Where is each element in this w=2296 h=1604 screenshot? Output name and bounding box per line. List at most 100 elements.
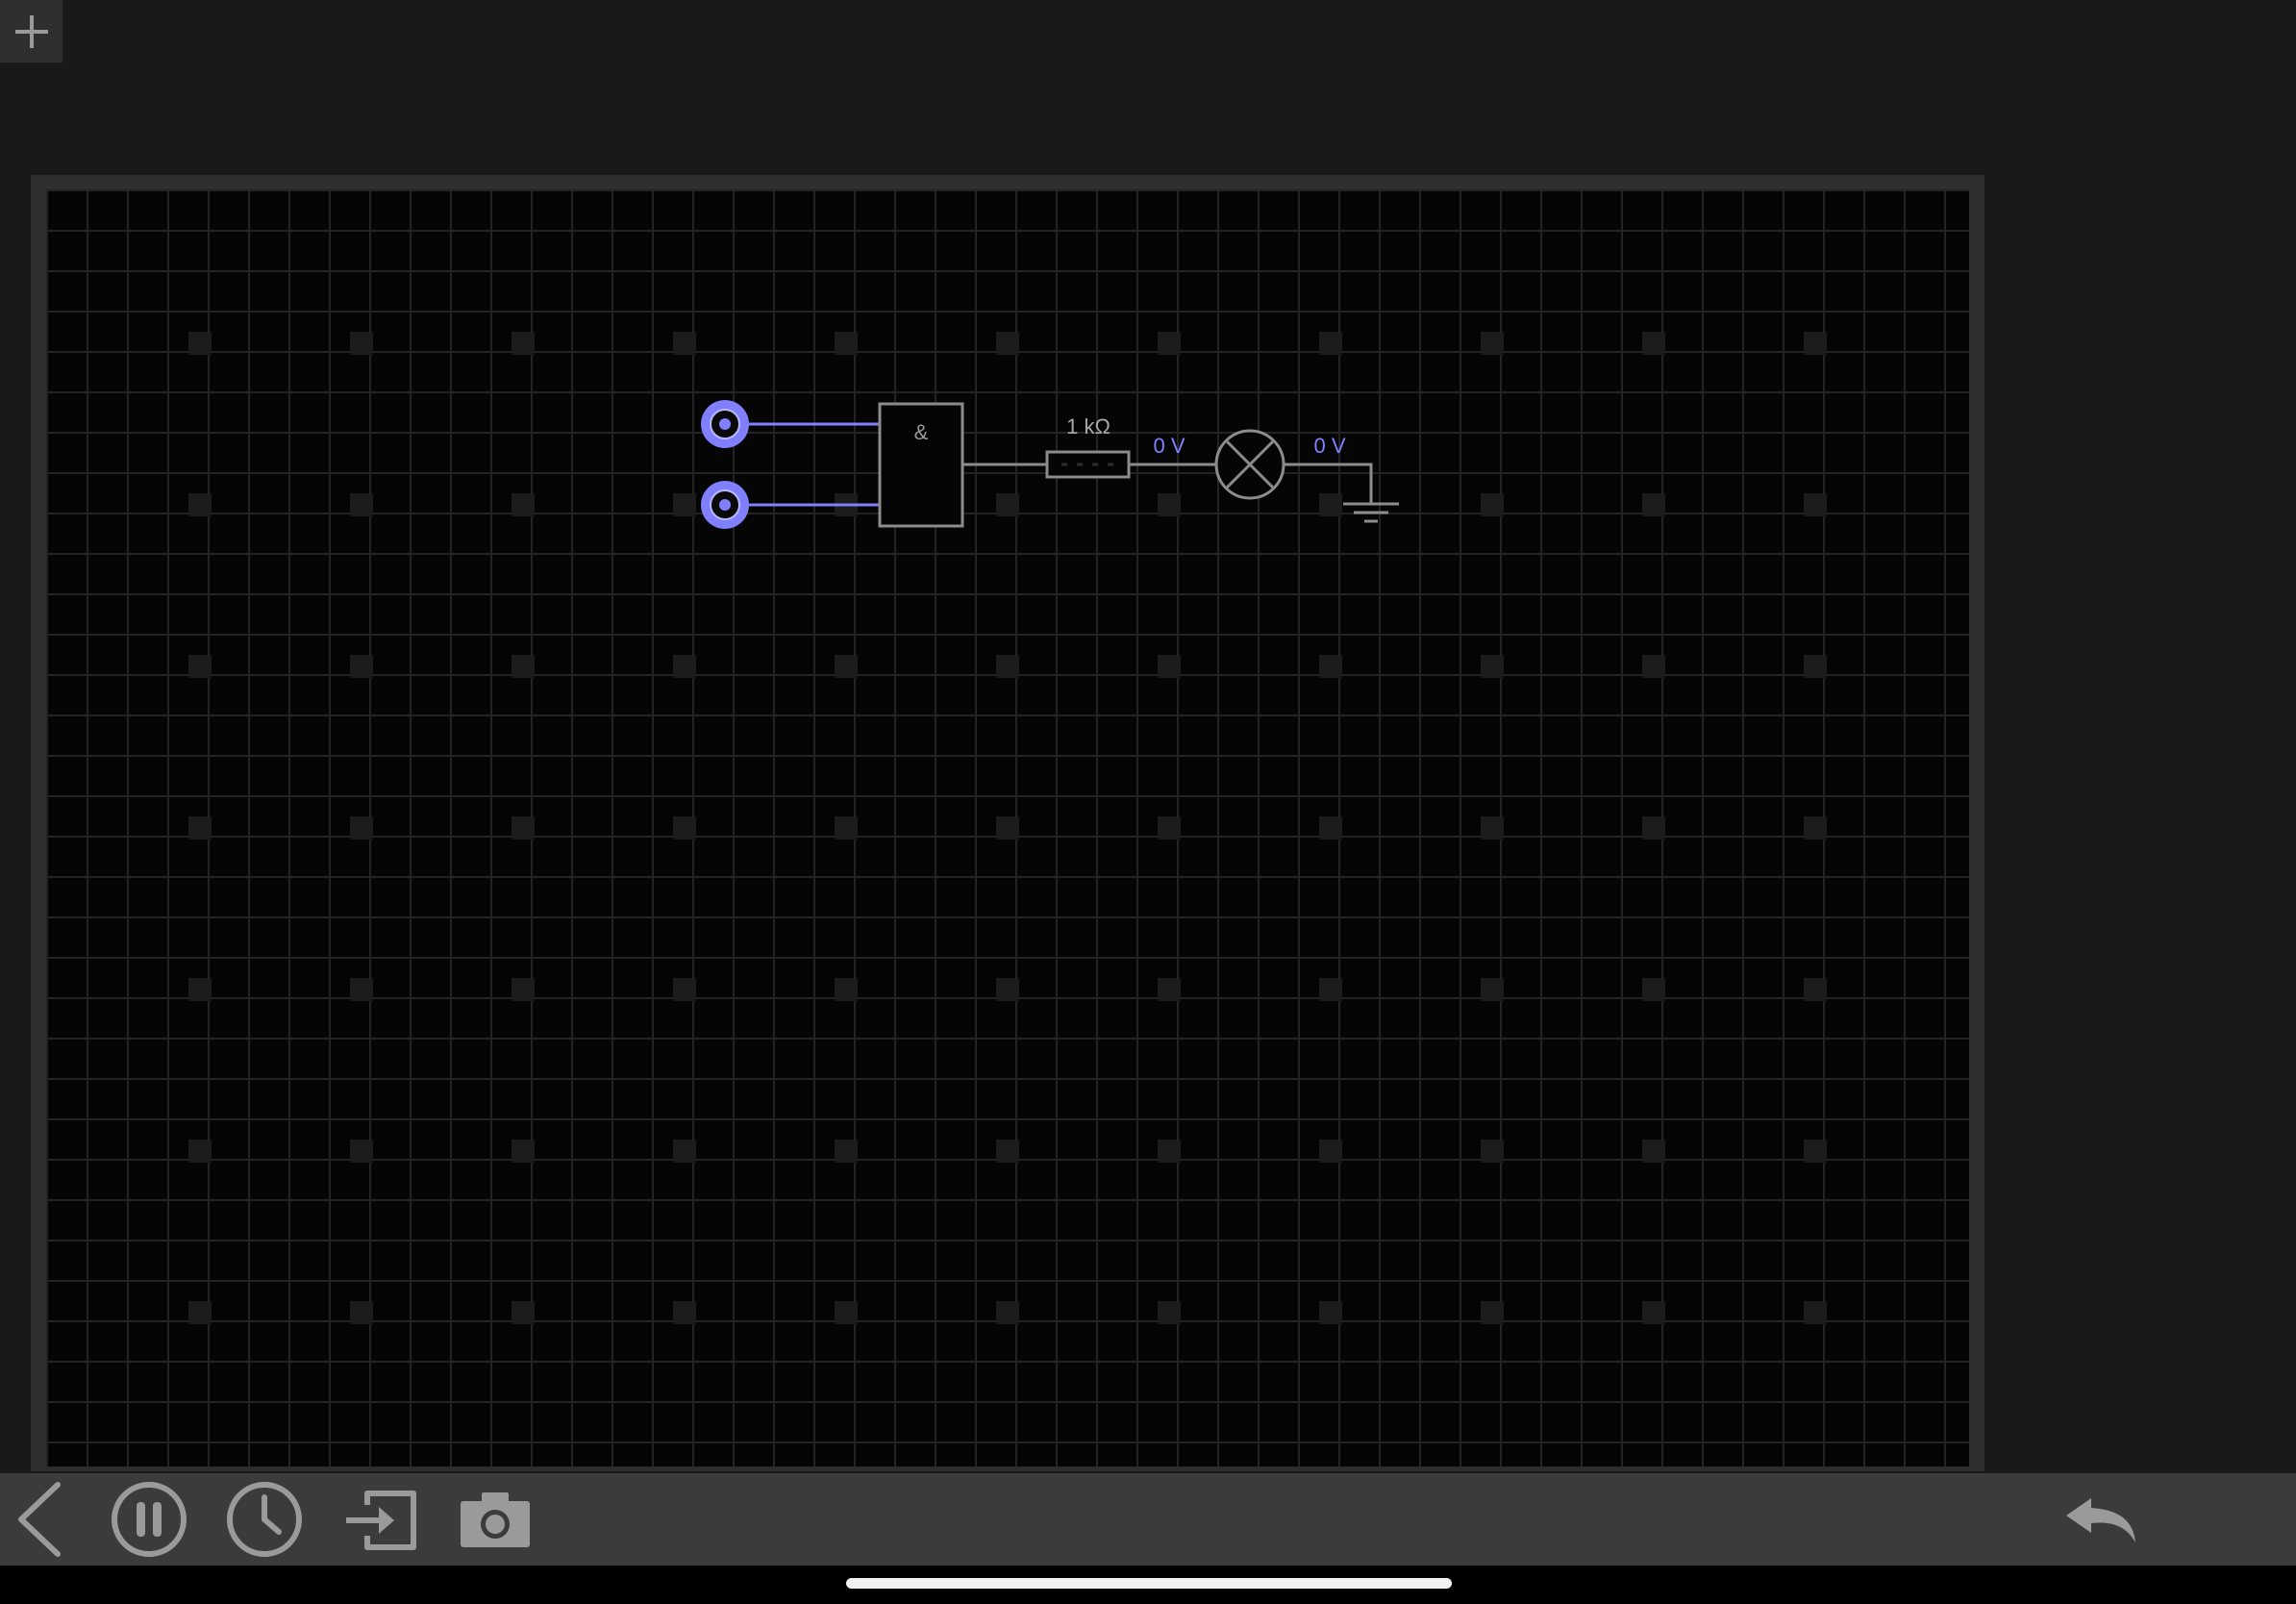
grid-dot — [188, 332, 212, 355]
grid-dot — [835, 978, 858, 1001]
camera-icon — [461, 1492, 530, 1547]
grid-dot — [1642, 1301, 1665, 1324]
export-icon — [346, 1491, 416, 1550]
grid-dot — [512, 493, 535, 516]
grid-dot — [188, 978, 212, 1001]
pause-circle-icon — [112, 1482, 187, 1557]
grid-dot — [1319, 978, 1342, 1001]
grid-dot — [996, 1301, 1019, 1324]
and-gate[interactable]: & — [878, 402, 964, 528]
grid-dot — [1319, 1140, 1342, 1163]
grid-dot — [188, 1140, 212, 1163]
grid-dots — [188, 332, 1827, 1324]
back-button[interactable] — [0, 1473, 77, 1566]
grid-dot — [835, 1140, 858, 1163]
grid-dot — [350, 655, 373, 678]
grid-dot — [673, 978, 696, 1001]
grid-dot — [1481, 1140, 1504, 1163]
grid-dot — [1158, 816, 1181, 840]
grid-dot — [188, 493, 212, 516]
voltage-after-lamp: 0 V — [1313, 434, 1345, 458]
grid-dot — [512, 332, 535, 355]
grid-dot — [673, 655, 696, 678]
and-gate-symbol: & — [914, 420, 929, 444]
grid-dot — [1158, 332, 1181, 355]
app-window: & 1 kΩ 0 V 0 V — [0, 0, 2296, 1604]
grid-dot — [1481, 332, 1504, 355]
grid-dot — [1158, 1301, 1181, 1324]
grid-dot — [1804, 978, 1827, 1001]
voltage-before-lamp: 0 V — [1153, 434, 1185, 458]
resistor-label: 1 kΩ — [1066, 414, 1111, 439]
grid-dot — [1642, 1140, 1665, 1163]
grid-dot — [673, 816, 696, 840]
grid-dot — [1158, 1140, 1181, 1163]
grid-dot — [1804, 655, 1827, 678]
undo-arrow-icon — [2066, 1498, 2135, 1542]
grid-dot — [1158, 978, 1181, 1001]
grid-dot — [350, 1301, 373, 1324]
grid-dot — [673, 1140, 696, 1163]
grid-dot — [1804, 1140, 1827, 1163]
grid-dot — [188, 1301, 212, 1324]
grid-dot — [1319, 1301, 1342, 1324]
grid-dot — [1319, 655, 1342, 678]
grid-dot — [1481, 978, 1504, 1001]
grid-dot — [1319, 332, 1342, 355]
grid-dot — [1319, 493, 1342, 516]
grid-dot — [1481, 493, 1504, 516]
add-component-button[interactable] — [0, 0, 62, 63]
pause-button[interactable] — [106, 1473, 192, 1566]
grid-dot — [835, 1301, 858, 1324]
grid-dot — [1804, 816, 1827, 840]
grid-dot — [350, 1140, 373, 1163]
grid-dot — [1804, 1301, 1827, 1324]
undo-button[interactable] — [2058, 1473, 2144, 1566]
grid-dot — [512, 1140, 535, 1163]
grid-dot — [996, 493, 1019, 516]
plus-icon — [14, 14, 48, 48]
circuit: & 1 kΩ 0 V 0 V — [701, 400, 1399, 529]
grid-dot — [1804, 332, 1827, 355]
grid-dot — [512, 978, 535, 1001]
grid-dot — [350, 816, 373, 840]
grid-dot — [835, 816, 858, 840]
grid-dot — [835, 332, 858, 355]
grid-dot — [1481, 1301, 1504, 1324]
ground-symbol[interactable] — [1343, 502, 1399, 523]
grid-dot — [673, 332, 696, 355]
clock-icon — [227, 1482, 302, 1557]
grid-dot — [1158, 655, 1181, 678]
export-button[interactable] — [337, 1473, 423, 1566]
grid-dot — [673, 493, 696, 516]
grid-dot — [996, 655, 1019, 678]
grid-dot — [996, 816, 1019, 840]
grid-dot — [350, 493, 373, 516]
time-button[interactable] — [221, 1473, 308, 1566]
circuit-canvas[interactable]: & 1 kΩ 0 V 0 V — [46, 189, 1969, 1466]
grid-dot — [996, 978, 1019, 1001]
circuit-svg: & 1 kΩ 0 V 0 V — [188, 332, 1827, 1324]
grid-dot — [350, 978, 373, 1001]
grid-dot — [512, 1301, 535, 1324]
home-indicator[interactable] — [846, 1578, 1452, 1589]
input-toggle-2[interactable] — [701, 481, 749, 529]
input-toggle-1[interactable] — [701, 400, 749, 448]
grid-dot — [996, 332, 1019, 355]
grid-dot — [673, 1301, 696, 1324]
grid-dot — [350, 332, 373, 355]
grid-dot — [1481, 816, 1504, 840]
lamp[interactable] — [1214, 429, 1285, 500]
grid-dot — [1481, 655, 1504, 678]
grid-dot — [1158, 493, 1181, 516]
grid-dot — [996, 1140, 1019, 1163]
grid-dot — [835, 655, 858, 678]
grid-dot — [1642, 655, 1665, 678]
grid-dot — [1319, 816, 1342, 840]
grid-dot — [512, 655, 535, 678]
grid-dot — [188, 655, 212, 678]
resistor[interactable] — [1045, 450, 1131, 479]
grid-dot — [1804, 493, 1827, 516]
chevron-left-icon — [18, 1482, 61, 1557]
screenshot-button[interactable] — [452, 1473, 538, 1566]
